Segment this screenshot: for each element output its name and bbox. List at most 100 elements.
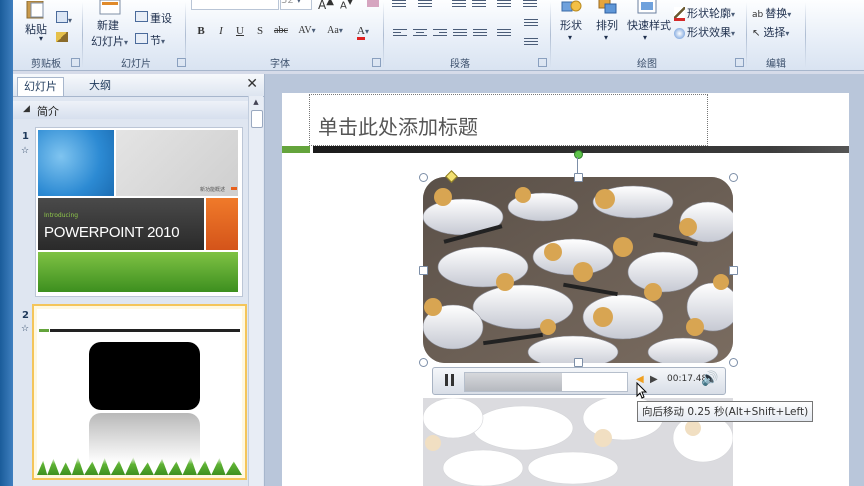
thumb1-dark-panel: Introducing POWERPOINT 2010 <box>38 198 204 250</box>
new-slide-label2-text: 幻灯片 <box>91 35 124 48</box>
rotate-stem <box>577 157 578 173</box>
drawing-group-label: 绘图 <box>637 59 657 70</box>
resize-handle-b[interactable] <box>574 358 583 367</box>
thumb1-orange-panel <box>206 198 238 250</box>
clear-format-button[interactable] <box>367 0 381 7</box>
slide-thumbnail-2[interactable] <box>32 304 247 480</box>
underline-button[interactable]: U <box>232 25 248 41</box>
copy-button[interactable]: ▾ <box>56 11 72 26</box>
tab-outline[interactable]: 大纲 <box>83 77 117 95</box>
resize-handle-bl[interactable] <box>419 358 428 367</box>
new-slide-icon <box>99 0 121 15</box>
select-button[interactable]: ↖ 选择▾ <box>752 24 789 40</box>
thumb1-logo-text: Introducing <box>44 212 79 219</box>
char-spacing-button[interactable]: AV▾ <box>294 25 320 41</box>
resize-handle-tl[interactable] <box>419 173 428 182</box>
select-icon: ↖ <box>752 28 761 39</box>
resize-handle-br[interactable] <box>729 358 738 367</box>
drawing-launcher[interactable] <box>735 58 744 67</box>
divider <box>185 2 186 68</box>
video-image <box>423 177 733 363</box>
font-size-combo[interactable]: 32 ▾ <box>280 0 312 10</box>
font-launcher[interactable] <box>372 58 381 67</box>
section-header[interactable]: ◢ 简介 <box>13 101 248 119</box>
shape-effects-button[interactable]: 形状效果▾ <box>674 24 735 40</box>
paste-dropdown-icon[interactable]: ▾ <box>39 34 43 43</box>
align-right-button[interactable] <box>433 27 447 39</box>
resize-handle-l[interactable] <box>419 266 428 275</box>
thumb2-reflection <box>89 413 200 463</box>
reset-label: 重设 <box>150 12 172 25</box>
divider <box>82 2 83 68</box>
column-layout-button[interactable] <box>497 27 511 39</box>
numbering-button[interactable] <box>418 0 432 10</box>
bold-button[interactable]: B <box>193 25 209 41</box>
mouse-cursor <box>636 382 648 399</box>
line-spacing-button[interactable] <box>497 0 511 10</box>
scroll-thumb[interactable] <box>251 110 263 128</box>
volume-icon[interactable]: 🔊 <box>701 371 718 387</box>
change-case-button[interactable]: Aa▾ <box>322 25 348 41</box>
smartart-button[interactable] <box>524 36 538 48</box>
format-painter-button[interactable] <box>56 32 68 45</box>
resize-handle-r[interactable] <box>729 266 738 275</box>
pane-tabs: 幻灯片 大纲 ✕ <box>13 74 264 97</box>
italic-button[interactable]: I <box>213 25 229 41</box>
rotate-handle[interactable] <box>574 150 583 159</box>
scroll-up-icon[interactable]: ▲ <box>250 98 262 108</box>
justify-button[interactable] <box>453 27 467 39</box>
bullets-button[interactable] <box>392 0 406 10</box>
ribbon: 粘贴 ▾ ▾ 剪贴板 新建 幻灯片▾ 重设 节▾ 幻灯片 32 ▾ A▲ A▼ … <box>0 0 864 71</box>
thumb2-canvas <box>37 309 242 475</box>
quick-styles-icon <box>637 0 657 14</box>
collapse-triangle-icon[interactable]: ◢ <box>23 104 30 114</box>
seek-bar[interactable] <box>464 372 628 392</box>
pause-button[interactable] <box>443 373 457 387</box>
paste-button[interactable] <box>22 0 50 22</box>
forward-icon[interactable]: ▶ <box>650 374 658 385</box>
increase-indent-button[interactable] <box>472 0 486 10</box>
shrink-font-button[interactable]: A▼ <box>340 0 353 11</box>
grow-font-button[interactable]: A▲ <box>318 0 334 12</box>
text-direction-button[interactable] <box>524 17 538 29</box>
media-controls: ◀ ▶ 00:17.48 🔊 <box>432 367 726 395</box>
paragraph-launcher[interactable] <box>538 58 547 67</box>
replace-button[interactable]: ab 替换▾ <box>752 5 791 21</box>
video-frame[interactable] <box>423 177 733 363</box>
thumb1-orange-dot <box>231 187 237 190</box>
columns-button[interactable] <box>523 0 537 10</box>
strikethrough-button[interactable]: abc <box>270 25 292 41</box>
clipboard-launcher[interactable] <box>71 58 80 67</box>
resize-handle-t[interactable] <box>574 173 583 182</box>
align-left-button[interactable] <box>393 27 407 39</box>
title-placeholder[interactable]: 单击此处添加标题 <box>309 94 708 146</box>
select-label: 选择 <box>763 26 786 39</box>
slides-scrollbar[interactable]: ▲ <box>248 96 263 486</box>
tab-slides[interactable]: 幻灯片 <box>17 77 64 96</box>
align-center-button[interactable] <box>413 27 427 39</box>
resize-handle-tr[interactable] <box>729 173 738 182</box>
distributed-button[interactable] <box>473 27 487 39</box>
paragraph-group-label: 段落 <box>450 59 470 70</box>
shadow-button[interactable]: S <box>252 25 268 41</box>
font-color-button[interactable]: A▾ <box>352 25 374 41</box>
reset-button[interactable]: 重设 <box>135 10 172 26</box>
slides-group-label: 幻灯片 <box>121 59 151 70</box>
section-icon <box>135 33 148 44</box>
quick-styles-label: 快速样式 <box>627 19 671 32</box>
shapes-label: 形状 <box>560 19 582 32</box>
decrease-indent-button[interactable] <box>452 0 466 10</box>
shapes-icon <box>561 0 582 12</box>
font-name-combo[interactable] <box>191 0 279 10</box>
char-spacing-label: AV <box>298 25 312 36</box>
slide-thumbnail-1[interactable]: 新功能概述 Introducing POWERPOINT 2010 <box>35 127 243 297</box>
close-icon[interactable]: ✕ <box>246 76 258 92</box>
section-label: 节 <box>150 34 161 47</box>
section-button[interactable]: 节▾ <box>135 32 165 48</box>
clipboard-group-label: 剪贴板 <box>31 59 61 70</box>
font-size-value: 32 <box>281 0 294 6</box>
thumb1-caption: 新功能概述 <box>200 187 226 193</box>
shape-outline-button[interactable]: 形状轮廓▾ <box>674 5 735 21</box>
paste-icon <box>26 0 44 19</box>
thumb2-dark-bar <box>50 329 240 332</box>
